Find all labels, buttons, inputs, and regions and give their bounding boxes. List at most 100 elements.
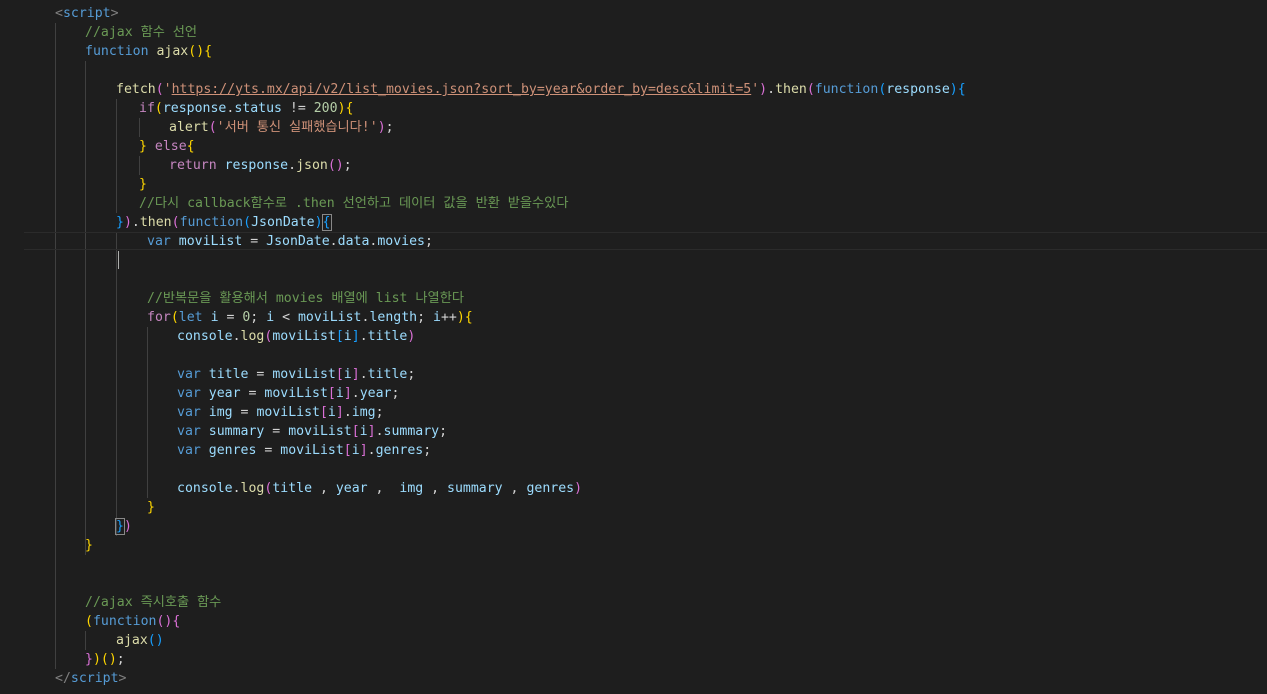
- code-token: genres: [208, 443, 257, 458]
- text-cursor: [118, 251, 119, 269]
- code-line[interactable]: var title = moviList[i].title;: [177, 365, 415, 384]
- code-token: i: [335, 386, 344, 401]
- code-token: =: [218, 310, 243, 325]
- code-token: ': [163, 82, 172, 97]
- code-token: ,: [423, 481, 448, 496]
- code-token: year: [208, 386, 241, 401]
- code-line[interactable]: }: [139, 175, 147, 194]
- code-token: ]: [343, 386, 352, 401]
- code-line[interactable]: }).then(function(JsonDate){: [116, 213, 332, 232]
- code-token: moviList: [288, 424, 352, 439]
- code-token: moviList: [272, 329, 336, 344]
- code-token: i: [359, 424, 368, 439]
- code-token: >: [118, 671, 127, 686]
- code-token: moviList: [272, 367, 336, 382]
- code-line[interactable]: var year = moviList[i].year;: [177, 384, 399, 403]
- code-line[interactable]: for(let i = 0; i < moviList.length; i++)…: [147, 308, 473, 327]
- code-token: summary: [208, 424, 265, 439]
- code-token: img: [399, 481, 424, 496]
- code-line[interactable]: }: [147, 498, 155, 517]
- indent-guide: [139, 118, 140, 137]
- code-token: {: [172, 614, 181, 629]
- code-token: (: [243, 215, 252, 230]
- code-line[interactable]: var moviList = JsonDate.data.movies;: [147, 232, 433, 251]
- code-token: moviList: [256, 405, 320, 420]
- code-line[interactable]: }: [85, 536, 93, 555]
- code-line[interactable]: console.log(title , year , img , summary…: [177, 479, 582, 498]
- code-token: //다시 callback함수로 .then 선언하고 데이터 값을 반환 받을…: [139, 196, 569, 211]
- code-line[interactable]: console.log(moviList[i].title): [177, 327, 415, 346]
- code-token: [: [343, 443, 352, 458]
- code-token: ): [407, 329, 416, 344]
- code-line[interactable]: if(response.status != 200){: [139, 99, 353, 118]
- code-token: ]: [367, 424, 376, 439]
- code-token: (: [85, 614, 93, 629]
- code-token: moviList: [178, 234, 243, 249]
- code-token: i: [327, 405, 336, 420]
- code-line[interactable]: </script>: [55, 669, 126, 688]
- code-line[interactable]: }): [115, 517, 132, 536]
- code-token: .: [131, 215, 140, 230]
- code-token: .: [767, 82, 776, 97]
- code-token: JsonDate: [251, 215, 315, 230]
- code-line[interactable]: fetch('https://yts.mx/api/v2/list_movies…: [116, 80, 966, 99]
- code-token: response: [886, 82, 950, 97]
- code-token: (: [170, 310, 179, 325]
- code-token: .: [351, 386, 360, 401]
- code-token: .: [359, 329, 368, 344]
- code-line[interactable]: function ajax(){: [85, 42, 212, 61]
- code-token: let: [178, 310, 203, 325]
- code-token: ++: [440, 310, 457, 325]
- code-token: function: [92, 614, 157, 629]
- indent-guide: [85, 61, 86, 555]
- code-token: i: [266, 310, 275, 325]
- code-token: movies: [377, 234, 425, 249]
- code-token: ): [759, 82, 768, 97]
- code-line[interactable]: var genres = moviList[i].genres;: [177, 441, 431, 460]
- code-token: =: [242, 234, 267, 249]
- code-token: =: [232, 405, 257, 420]
- code-token: (: [155, 82, 164, 97]
- code-token: .: [288, 158, 297, 173]
- code-token: (: [806, 82, 815, 97]
- code-line[interactable]: (function(){: [85, 612, 180, 631]
- code-line[interactable]: })();: [85, 650, 125, 669]
- code-line[interactable]: var summary = moviList[i].summary;: [177, 422, 447, 441]
- code-token: ]: [351, 329, 360, 344]
- code-line[interactable]: alert('서버 통신 실패했습니다!');: [169, 118, 394, 137]
- code-line[interactable]: var img = moviList[i].img;: [177, 403, 384, 422]
- code-token: {: [957, 82, 966, 97]
- code-token: {: [345, 101, 354, 116]
- code-token: 200: [313, 101, 338, 116]
- code-line[interactable]: //다시 callback함수로 .then 선언하고 데이터 값을 반환 받을…: [139, 194, 568, 213]
- code-token: }: [147, 500, 155, 515]
- code-token: }: [115, 518, 125, 535]
- code-token: =: [256, 443, 281, 458]
- code-token: ,: [367, 481, 400, 496]
- code-token: .: [359, 367, 368, 382]
- code-token: return: [169, 158, 217, 173]
- code-token: genres: [526, 481, 575, 496]
- code-line[interactable]: ajax(): [116, 631, 164, 650]
- code-token: i: [432, 310, 441, 325]
- code-editor[interactable]: <script>//ajax 함수 선언 function ajax(){fetc…: [0, 0, 1267, 694]
- code-token: if: [139, 101, 155, 116]
- code-token: function: [179, 215, 244, 230]
- code-token: ,: [502, 481, 527, 496]
- code-line[interactable]: } else{: [139, 137, 195, 156]
- code-token: https://yts.mx/api/v2/list_movies.json?s…: [171, 82, 752, 97]
- code-line[interactable]: return response.json();: [169, 156, 352, 175]
- code-line[interactable]: //ajax 함수 선언: [85, 23, 197, 42]
- code-line[interactable]: //반복문을 활용해서 movies 배열에 list 나열한다: [147, 289, 464, 308]
- code-token: <: [274, 310, 298, 325]
- code-line[interactable]: //ajax 즉시호출 함수: [85, 593, 221, 612]
- code-token: var: [177, 386, 201, 401]
- code-token: .: [232, 329, 241, 344]
- code-token: title: [367, 329, 408, 344]
- code-token: ): [377, 120, 386, 135]
- code-line[interactable]: <script>: [55, 4, 119, 23]
- code-token: moviList: [297, 310, 362, 325]
- code-token: i: [343, 329, 352, 344]
- code-token: log: [240, 481, 265, 496]
